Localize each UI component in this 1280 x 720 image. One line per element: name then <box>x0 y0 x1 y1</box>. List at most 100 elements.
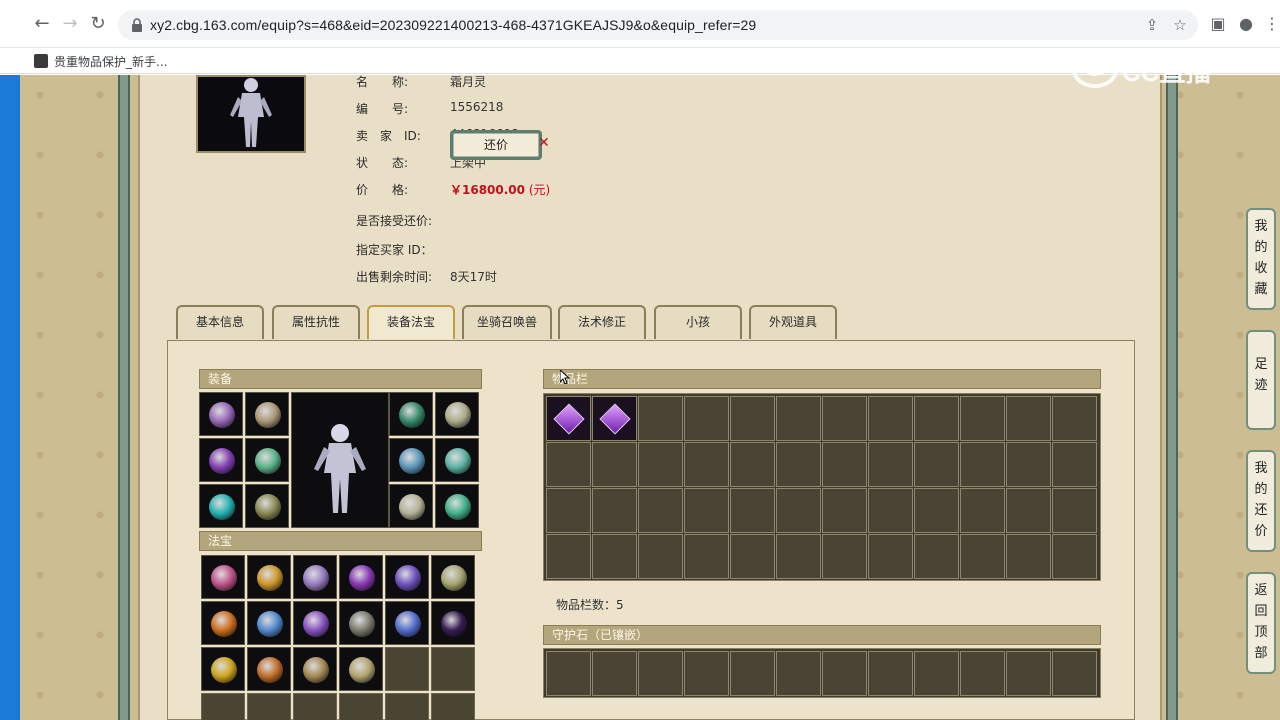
inventory-slot[interactable] <box>638 442 683 487</box>
url-text[interactable]: xy2.cbg.163.com/equip?s=468&eid=20230922… <box>150 17 756 33</box>
inventory-slot[interactable] <box>1006 442 1051 487</box>
back-icon[interactable]: ← <box>32 14 52 34</box>
guard-stone-slot[interactable] <box>730 651 775 696</box>
inventory-slot[interactable] <box>592 534 637 579</box>
inventory-slot[interactable] <box>822 442 867 487</box>
inventory-slot[interactable] <box>638 396 683 441</box>
tab-mounts-pets[interactable]: 坐骑召唤兽 <box>462 305 552 339</box>
profile-icon[interactable]: ● <box>1236 14 1256 34</box>
fabao-slot[interactable] <box>339 555 383 599</box>
inventory-slot[interactable] <box>776 534 821 579</box>
equipment-slot[interactable] <box>389 438 433 482</box>
inventory-slot[interactable] <box>1006 534 1051 579</box>
inventory-slot[interactable] <box>960 396 1005 441</box>
star-icon[interactable]: ☆ <box>1170 15 1190 35</box>
inventory-slot[interactable] <box>1052 488 1097 533</box>
inventory-slot[interactable] <box>1006 488 1051 533</box>
equipment-slot[interactable] <box>389 484 433 528</box>
fabao-slot[interactable] <box>201 601 245 645</box>
bookmark-item[interactable]: 贵重物品保护_新手... <box>34 52 167 70</box>
guard-stone-slot[interactable] <box>822 651 867 696</box>
fabao-slot[interactable] <box>431 647 475 691</box>
tab-basic-info[interactable]: 基本信息 <box>176 305 264 339</box>
inventory-slot[interactable] <box>546 488 591 533</box>
guard-stone-slot[interactable] <box>546 651 591 696</box>
close-icon[interactable]: ✕ <box>538 135 550 151</box>
tab-spell-mods[interactable]: 法术修正 <box>558 305 646 339</box>
inventory-slot[interactable] <box>822 396 867 441</box>
guard-stone-slot[interactable] <box>684 651 729 696</box>
inventory-slot[interactable] <box>638 488 683 533</box>
guard-stone-slot[interactable] <box>592 651 637 696</box>
tab-equipment[interactable]: 装备法宝 <box>367 305 455 339</box>
inventory-slot[interactable] <box>730 534 775 579</box>
inventory-slot[interactable] <box>592 488 637 533</box>
guard-stone-slot[interactable] <box>960 651 1005 696</box>
fabao-slot[interactable] <box>431 601 475 645</box>
inventory-slot[interactable] <box>1052 442 1097 487</box>
fabao-slot[interactable] <box>385 555 429 599</box>
fabao-slot[interactable] <box>247 647 291 691</box>
equipment-slot[interactable] <box>245 484 289 528</box>
inventory-slot[interactable] <box>960 534 1005 579</box>
inventory-slot[interactable] <box>1052 396 1097 441</box>
side-tab-back-to-top[interactable]: 返回顶部 <box>1246 572 1276 674</box>
fabao-slot[interactable] <box>385 601 429 645</box>
equipment-slot[interactable] <box>435 484 479 528</box>
equipment-slot[interactable] <box>199 438 243 482</box>
share-icon[interactable]: ⇪ <box>1142 15 1162 35</box>
inventory-slot[interactable] <box>822 534 867 579</box>
inventory-slot[interactable] <box>546 534 591 579</box>
inventory-slot[interactable] <box>684 396 729 441</box>
fabao-slot[interactable] <box>385 647 429 691</box>
equipment-slot[interactable] <box>389 392 433 436</box>
inventory-slot[interactable] <box>914 442 959 487</box>
inventory-slot[interactable] <box>638 534 683 579</box>
inventory-slot[interactable] <box>684 488 729 533</box>
fabao-slot[interactable] <box>247 555 291 599</box>
fabao-slot[interactable] <box>339 601 383 645</box>
tab-appearance[interactable]: 外观道具 <box>749 305 837 339</box>
side-tab-favorites[interactable]: 我的收藏 <box>1246 208 1276 310</box>
equipment-slot[interactable] <box>435 438 479 482</box>
menu-icon[interactable]: ⋮ <box>1262 14 1280 34</box>
inventory-slot[interactable] <box>1006 396 1051 441</box>
inventory-slot[interactable] <box>730 442 775 487</box>
guard-stone-slot[interactable] <box>914 651 959 696</box>
fabao-slot[interactable] <box>247 601 291 645</box>
inventory-slot[interactable] <box>914 534 959 579</box>
fabao-slot[interactable] <box>431 555 475 599</box>
equipment-slot[interactable] <box>199 484 243 528</box>
fabao-slot[interactable] <box>201 555 245 599</box>
tab-attributes[interactable]: 属性抗性 <box>272 305 360 339</box>
equipment-slot[interactable] <box>245 438 289 482</box>
side-tab-my-counter[interactable]: 我的还价 <box>1246 450 1276 552</box>
inventory-slot[interactable] <box>914 488 959 533</box>
inventory-slot[interactable] <box>868 534 913 579</box>
inventory-slot[interactable] <box>730 396 775 441</box>
forward-icon[interactable]: → <box>60 14 80 34</box>
inventory-slot[interactable] <box>546 442 591 487</box>
fabao-slot[interactable] <box>247 693 291 720</box>
sidepanel-icon[interactable]: ▣ <box>1208 14 1228 34</box>
guard-stone-slot[interactable] <box>868 651 913 696</box>
fabao-slot[interactable] <box>293 555 337 599</box>
inventory-slot[interactable] <box>868 396 913 441</box>
guard-stone-slot[interactable] <box>1006 651 1051 696</box>
inventory-slot[interactable] <box>684 534 729 579</box>
fabao-slot[interactable] <box>201 647 245 691</box>
tab-child[interactable]: 小孩 <box>654 305 742 339</box>
fabao-slot[interactable] <box>293 601 337 645</box>
inventory-slot[interactable] <box>868 442 913 487</box>
fabao-slot[interactable] <box>431 693 475 720</box>
inventory-slot[interactable] <box>776 396 821 441</box>
side-tab-history[interactable]: 足迹 <box>1246 330 1276 430</box>
reload-icon[interactable]: ↻ <box>88 14 108 34</box>
fabao-slot[interactable] <box>339 693 383 720</box>
equipment-slot[interactable] <box>245 392 289 436</box>
inventory-slot[interactable] <box>592 396 637 441</box>
guard-stone-slot[interactable] <box>638 651 683 696</box>
fabao-slot[interactable] <box>293 647 337 691</box>
inventory-slot[interactable] <box>868 488 913 533</box>
guard-stone-slot[interactable] <box>1052 651 1097 696</box>
